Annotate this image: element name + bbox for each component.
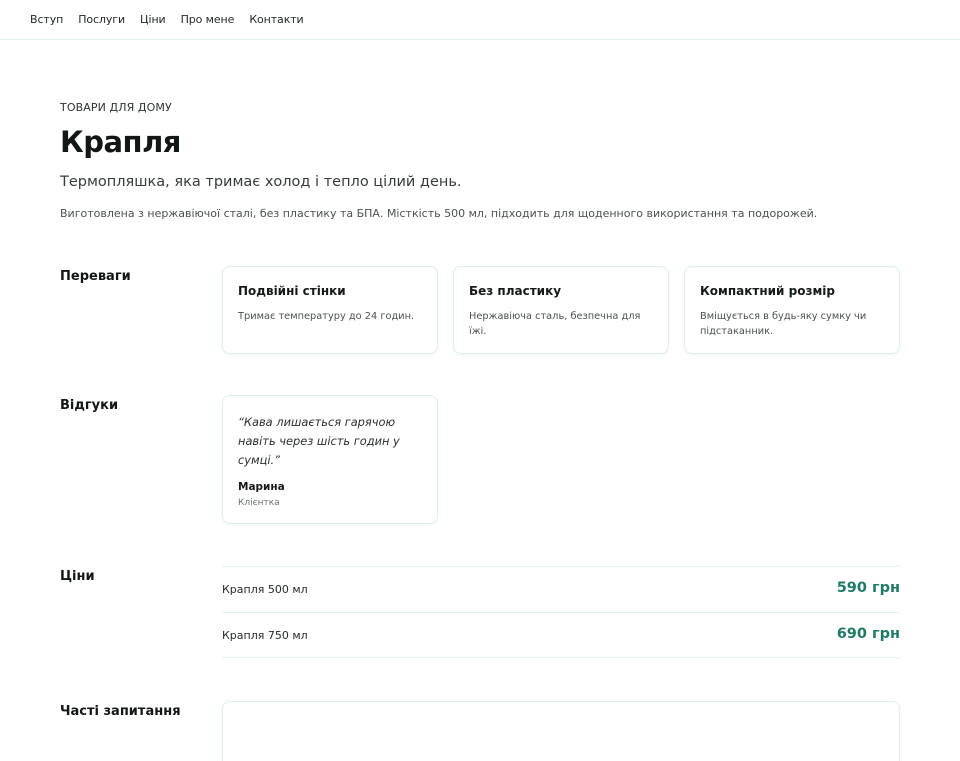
page-title: Крапля	[60, 125, 181, 159]
review-card: “Кава лишається гарячою навіть через шіс…	[222, 395, 438, 524]
reviews-heading: Відгуки	[60, 398, 119, 413]
nav-link-about[interactable]: Про мене	[181, 13, 235, 26]
divider	[222, 657, 900, 658]
feature-text: Тримає температуру до 24 годин.	[238, 311, 415, 322]
product-description: Виготовлена з нержавіючої сталі, без пла…	[60, 207, 818, 220]
faq-heading: Часті запитання	[60, 704, 181, 719]
nav-link-intro[interactable]: Вступ	[30, 13, 63, 26]
price-item-value: 690 грн	[836, 626, 900, 642]
review-author-role: Клієнтка	[238, 498, 280, 508]
nav-link-services[interactable]: Послуги	[78, 13, 125, 26]
feature-card: Подвійні стінки Тримає температуру до 24…	[222, 266, 438, 354]
feature-title: Без пластику	[469, 284, 562, 298]
price-item-name: Крапля 500 мл	[222, 583, 308, 596]
divider	[222, 566, 900, 567]
product-tagline: Термопляшка, яка тримає холод і тепло ці…	[60, 174, 462, 190]
divider	[222, 612, 900, 613]
nav-link-prices[interactable]: Ціни	[140, 13, 166, 26]
top-navigation: Вступ Послуги Ціни Про мене Контакти	[0, 0, 960, 40]
features-heading: Переваги	[60, 269, 131, 284]
prices-heading: Ціни	[60, 569, 95, 584]
review-author: Марина	[238, 481, 285, 493]
feature-text: Вміщується в будь-яку сумку чи підстакан…	[700, 311, 867, 337]
feature-text: Нержавіюча сталь, безпечна для їжі.	[469, 311, 641, 337]
faq-item[interactable]	[222, 701, 900, 761]
feature-card: Без пластику Нержавіюча сталь, безпечна …	[453, 266, 669, 354]
category-eyebrow: ТОВАРИ ДЛЯ ДОМУ	[60, 101, 172, 114]
review-quote: “Кава лишається гарячою навіть через шіс…	[238, 415, 400, 467]
feature-card: Компактний розмір Вміщується в будь-яку …	[684, 266, 900, 354]
feature-title: Компактний розмір	[700, 284, 835, 298]
nav-link-contacts[interactable]: Контакти	[249, 13, 303, 26]
feature-title: Подвійні стінки	[238, 284, 346, 298]
price-item-value: 590 грн	[836, 580, 900, 596]
price-item-name: Крапля 750 мл	[222, 629, 308, 642]
